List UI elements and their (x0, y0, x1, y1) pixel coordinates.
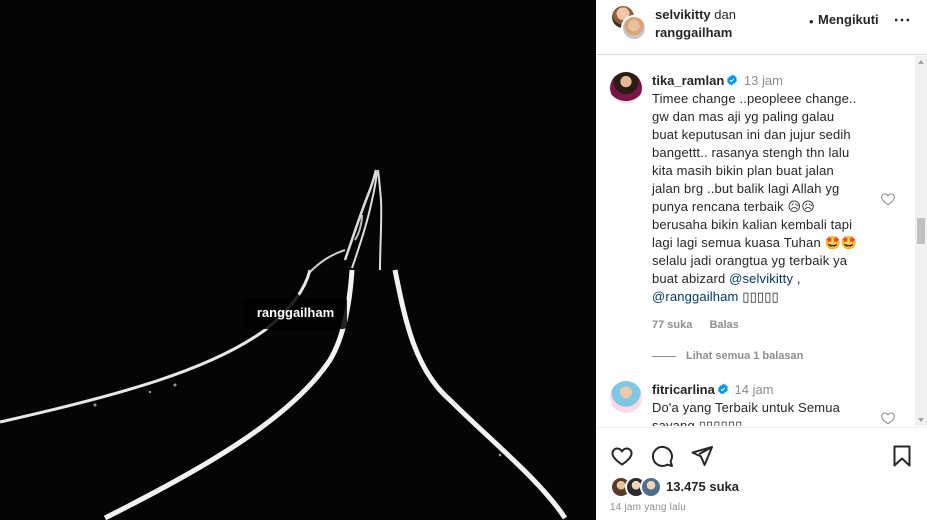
more-icon[interactable] (892, 10, 912, 30)
separator-dot: • (809, 14, 814, 29)
comment-icon[interactable] (650, 444, 674, 468)
view-replies-text[interactable]: Lihat semua 1 balasan (686, 350, 803, 362)
heart-icon[interactable] (880, 191, 896, 207)
avatar (640, 476, 662, 498)
comment-text: Timee change ..peopleee change.. gw dan … (652, 90, 890, 306)
comment-text-main: Timee change ..peopleee change.. gw dan … (652, 91, 858, 286)
scroll-up-arrow[interactable] (918, 60, 924, 64)
comment-text-trail: ▯▯▯▯▯ (738, 289, 779, 304)
avatar[interactable] (621, 15, 647, 41)
post-photo[interactable]: ranggailham (0, 0, 596, 520)
and-text: dan (714, 7, 736, 22)
verified-badge-icon (727, 74, 738, 86)
post-timestamp[interactable]: 14 jam yang lalu (610, 502, 686, 513)
road-image (0, 0, 596, 520)
comment-time[interactable]: 14 jam (734, 382, 773, 397)
coauthor-username[interactable]: ranggailham (655, 25, 732, 40)
post-sidebar: selvikitty dan ranggailham • Mengikuti t… (596, 0, 927, 520)
bookmark-icon[interactable] (890, 444, 914, 468)
comment-time[interactable]: 13 jam (744, 73, 783, 88)
post-header: selvikitty dan ranggailham • Mengikuti (596, 0, 927, 55)
avatar[interactable] (610, 72, 642, 104)
comment-username[interactable]: tika_ramlan (652, 73, 724, 88)
post-actions: 13.475 suka 14 jam yang lalu (596, 427, 927, 520)
following-button[interactable]: Mengikuti (818, 12, 879, 27)
mention-link[interactable]: @selvikitty (729, 271, 793, 286)
comment-username[interactable]: fitricarlina (652, 382, 715, 397)
comment-body: tika_ramlan 13 jam Timee change ..people… (652, 72, 890, 334)
comment-text: Do'a yang Terbaik untuk Semua sayang ▯▯▯… (652, 400, 840, 426)
author-username[interactable]: selvikitty (655, 7, 711, 22)
comment-meta: 77 suka Balas (652, 316, 890, 334)
like-count[interactable]: 13.475 suka (666, 479, 739, 494)
post-viewer: ranggailham selvikitty dan ranggailham •… (0, 0, 927, 520)
view-replies-link[interactable]: Lihat semua 1 balasan (652, 350, 803, 362)
reply-button[interactable]: Balas (709, 319, 738, 331)
comment-likes[interactable]: 77 suka (652, 319, 692, 331)
avatar[interactable] (610, 381, 642, 413)
user-tag[interactable]: ranggailham (244, 291, 347, 329)
verified-badge-icon (717, 383, 728, 395)
heart-icon[interactable] (880, 410, 896, 426)
heart-icon[interactable] (610, 444, 634, 468)
author-avatars[interactable] (610, 4, 647, 41)
comments-scrollbar[interactable] (915, 56, 927, 426)
author-names: selvikitty dan ranggailham (655, 6, 736, 42)
scroll-down-arrow[interactable] (918, 418, 924, 422)
paper-plane-icon[interactable] (690, 444, 714, 468)
comment-text-sep: , (793, 271, 801, 286)
comments-list[interactable]: tika_ramlan 13 jam Timee change ..people… (596, 56, 927, 426)
scroll-thumb[interactable] (917, 218, 925, 244)
comment-body: fitricarlina 14 jam Do'a yang Terbaik un… (652, 381, 890, 426)
mention-link[interactable]: @ranggailham (652, 289, 739, 304)
replies-divider (652, 355, 676, 357)
